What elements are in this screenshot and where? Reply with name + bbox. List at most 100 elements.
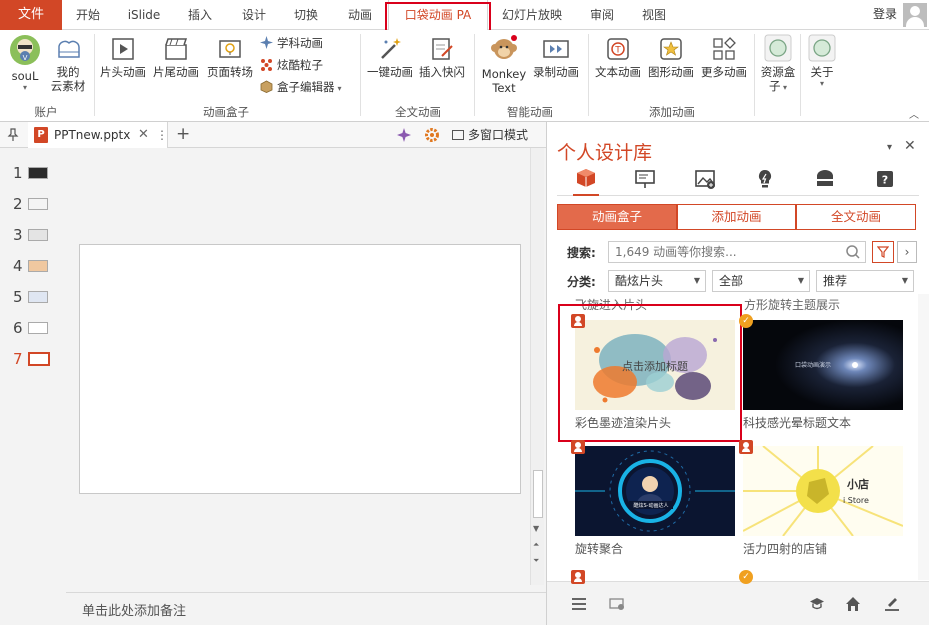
slide-thumbnail-1[interactable]: 1 <box>0 163 66 185</box>
message-icon[interactable] <box>609 596 625 612</box>
slide-number: 5 <box>13 288 23 306</box>
slide-thumbnail-3[interactable]: 3 <box>0 225 66 247</box>
category-select[interactable]: 酷炫片头 ▼ <box>608 270 706 292</box>
animation-card-vibrant-store[interactable]: 小店 i Store 活力四射的店铺 <box>739 440 903 556</box>
tab-review[interactable]: 审阅 <box>580 0 624 30</box>
user-avatar-icon[interactable] <box>903 3 927 27</box>
slide-preview <box>28 260 48 272</box>
animation-card-caption: 彩色墨迹渲染片头 <box>575 416 672 430</box>
home-icon[interactable] <box>845 596 861 612</box>
segment-add-animation[interactable]: 添加动画 <box>677 204 796 230</box>
library-tab-animation-box[interactable] <box>573 164 599 196</box>
multi-window-button[interactable]: 多窗口模式 <box>452 122 528 148</box>
animation-card-ink-splash[interactable]: 点击添加标题 彩色墨迹渲染片头 <box>571 314 735 430</box>
soul-avatar-icon: V <box>10 35 40 65</box>
scroll-down-icon[interactable]: ▼ <box>533 524 539 533</box>
more-options-icon[interactable]: ⋮ <box>156 122 168 148</box>
resource-circle-icon <box>764 34 792 62</box>
panel-scrollbar[interactable] <box>918 294 929 580</box>
scrollbar-thumb[interactable] <box>533 470 543 518</box>
pin-icon[interactable] <box>6 128 20 142</box>
soul-button[interactable]: V souL ▾ <box>6 34 44 93</box>
subject-animation-button[interactable]: 学科动画 <box>260 33 323 53</box>
new-tab-button[interactable]: + <box>176 122 190 146</box>
image-add-icon[interactable] <box>694 168 716 190</box>
lightbulb-icon[interactable] <box>754 168 776 190</box>
panel-options-icon[interactable]: ▾ <box>887 142 892 153</box>
tab-transitions[interactable]: 切换 <box>284 0 328 30</box>
tab-file[interactable]: 文件 <box>0 0 62 30</box>
tab-animations[interactable]: 动画 <box>338 0 382 30</box>
close-panel-icon[interactable]: ✕ <box>904 138 916 154</box>
tech-halo-thumb-text: 口袋动画演示 <box>795 361 831 369</box>
login-link[interactable]: 登录 <box>873 0 897 28</box>
vertical-scrollbar[interactable]: ▼ ⏶ ⏷ <box>530 148 544 585</box>
film-play-icon <box>112 38 134 60</box>
animation-card-rotate-gather[interactable]: 酷炫S-动画达人 旋转聚合 <box>571 440 735 556</box>
collapse-ribbon-icon[interactable]: ︿ <box>909 106 919 121</box>
animation-card-tech-halo[interactable]: ✓ 口袋动画演示 科技感光晕标题文本 <box>739 314 903 430</box>
segment-full-text-animation[interactable]: 全文动画 <box>796 204 916 230</box>
resource-box-button[interactable]: 资源盒 子 ▾ <box>758 34 798 95</box>
record-animation-button[interactable]: 录制动画 <box>530 36 582 79</box>
search-input[interactable] <box>608 241 866 263</box>
vibrant-store-thumb-text-2: i Store <box>843 496 869 505</box>
chevron-right-icon[interactable]: › <box>897 241 917 263</box>
close-tab-icon[interactable]: ✕ <box>138 122 149 148</box>
monkey-text-button[interactable]: Monkey Text <box>478 34 530 95</box>
segment-animation-box[interactable]: 动画盒子 <box>557 204 677 230</box>
document-tab[interactable]: P PPTnew.pptx ✕ ⋮ <box>28 122 168 148</box>
panel-footer <box>547 581 929 625</box>
text-animation-button[interactable]: T 文本动画 <box>592 36 644 79</box>
particles-button[interactable]: 炫酷粒子 <box>260 55 323 75</box>
notes-pane[interactable]: 单击此处添加备注 <box>66 592 546 625</box>
prev-slide-icon[interactable]: ⏶ <box>533 540 539 550</box>
scope-select[interactable]: 全部 ▼ <box>712 270 810 292</box>
one-key-animation-button[interactable]: 一键动画 <box>364 36 416 79</box>
graduation-cap-icon[interactable] <box>809 596 825 612</box>
slide-number: 3 <box>13 226 23 244</box>
slide-canvas[interactable] <box>79 244 521 494</box>
tab-view[interactable]: 视图 <box>632 0 676 30</box>
insert-flash-button[interactable]: 插入快闪 <box>416 36 468 79</box>
animation-grid: 飞旋进入片头 方形旋转主题展示 点击添加标题 彩色墨迹渲染片头 ✓ 口袋动画演示… <box>557 294 919 584</box>
slide-thumbnail-6[interactable]: 6 <box>0 318 66 340</box>
tab-islide[interactable]: iSlide <box>120 0 168 30</box>
upload-icon[interactable] <box>884 596 900 612</box>
sort-select[interactable]: 推荐 ▼ <box>816 270 914 292</box>
powerpoint-file-icon: P <box>34 127 48 143</box>
soul-label: souL <box>11 69 39 83</box>
slide-thumbnail-7[interactable]: 7 <box>0 349 66 371</box>
slide-thumbnail-4[interactable]: 4 <box>0 256 66 278</box>
help-bookmark-icon[interactable]: ? <box>874 168 896 190</box>
head-animation-button[interactable]: 片头动画 <box>98 36 148 79</box>
about-button[interactable]: 关于 ▾ <box>804 34 840 89</box>
next-slide-icon[interactable]: ⏷ <box>533 556 539 566</box>
user-badge-icon <box>739 440 753 454</box>
ribbon: V souL ▾ 我的 云素材 账户 片头动画 片尾动画 页面转场 学科动画 炫… <box>0 30 929 122</box>
page-transition-button[interactable]: 页面转场 <box>204 36 256 79</box>
slide-editing-area <box>66 148 530 585</box>
tab-design[interactable]: 设计 <box>232 0 276 30</box>
box-editor-button[interactable]: 盒子编辑器 ▾ <box>260 77 342 97</box>
shape-animation-button[interactable]: 图形动画 <box>645 36 697 79</box>
tab-home[interactable]: 开始 <box>66 0 110 30</box>
menu-icon[interactable] <box>571 596 587 612</box>
tab-pocket-animation[interactable]: 口袋动画 PA <box>388 0 488 31</box>
toolbox-icon[interactable] <box>814 168 836 190</box>
sparkle-star-icon[interactable] <box>396 127 412 143</box>
search-icon[interactable] <box>845 244 861 260</box>
svg-text:?: ? <box>882 174 888 187</box>
tab-slideshow[interactable]: 幻灯片放映 <box>494 0 570 30</box>
tab-insert[interactable]: 插入 <box>178 0 222 30</box>
slide-thumbnail-5[interactable]: 5 <box>0 287 66 309</box>
filter-button[interactable] <box>872 241 894 263</box>
my-cloud-button[interactable]: 我的 云素材 <box>48 36 88 93</box>
multi-window-label: 多窗口模式 <box>468 128 529 142</box>
settings-gear-icon[interactable] <box>424 127 440 143</box>
slide-preview <box>28 322 48 334</box>
slide-thumbnail-2[interactable]: 2 <box>0 194 66 216</box>
more-animation-button[interactable]: 更多动画 <box>698 36 750 79</box>
presentation-board-icon[interactable] <box>634 168 656 190</box>
tail-animation-button[interactable]: 片尾动画 <box>150 36 202 79</box>
